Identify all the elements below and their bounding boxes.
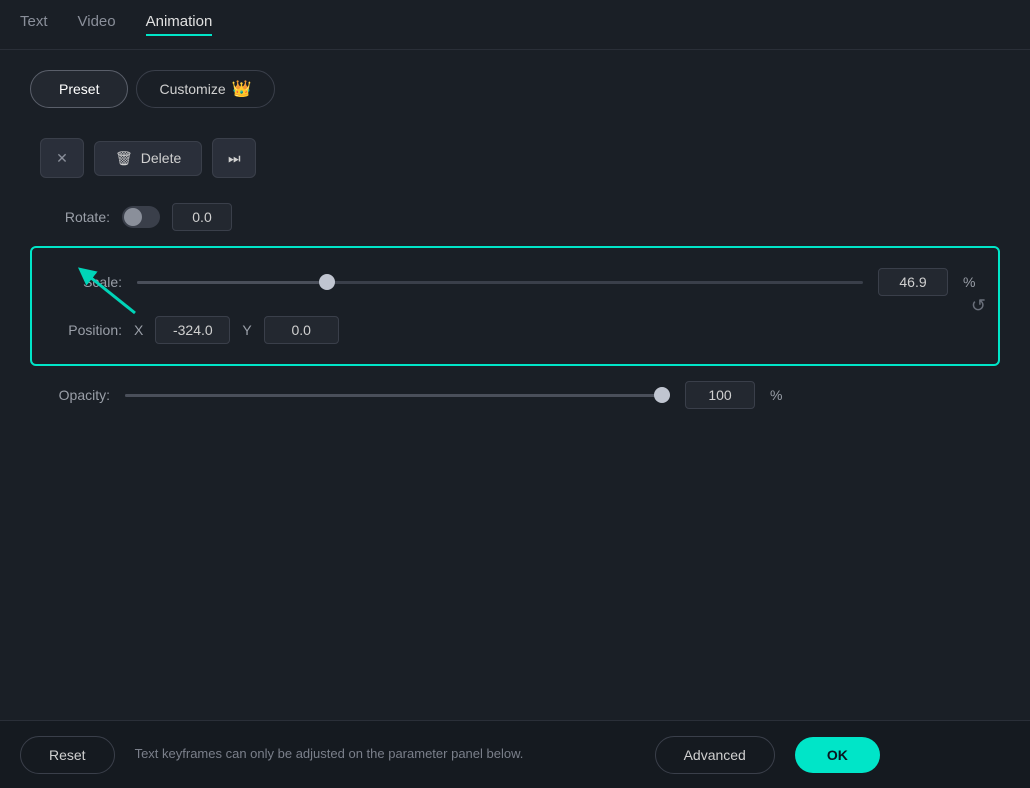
button-row: ✕ 🗑 Delete ⏭ xyxy=(40,138,1000,178)
rotate-toggle[interactable] xyxy=(122,206,160,228)
scale-thumb[interactable] xyxy=(319,274,335,290)
tab-animation[interactable]: Animation xyxy=(146,13,213,36)
tab-video[interactable]: Video xyxy=(78,13,116,36)
main-content: Preset Customize 👑 ✕ 🗑 Delete xyxy=(0,50,1030,429)
controls-section: ✕ 🗑 Delete ⏭ Rotate: 0.0 Scale: xyxy=(30,138,1000,409)
skip-icon: ⏭ xyxy=(228,150,241,167)
scale-fill xyxy=(137,281,319,284)
opacity-unit: % xyxy=(770,387,785,403)
trash-icon: 🗑 xyxy=(115,150,133,167)
advanced-button[interactable]: Advanced xyxy=(655,736,775,774)
opacity-fill xyxy=(125,394,670,397)
ok-button[interactable]: OK xyxy=(795,737,880,773)
rotate-row: Rotate: 0.0 xyxy=(40,203,1000,231)
bottom-bar: Reset Text keyframes can only be adjuste… xyxy=(0,720,1030,788)
skip-button[interactable]: ⏭ xyxy=(212,138,256,178)
tab-text[interactable]: Text xyxy=(20,13,48,36)
y-coord-label: Y xyxy=(242,322,251,338)
crown-icon: 👑 xyxy=(232,79,252,99)
opacity-row: Opacity: 100 % xyxy=(40,381,1000,409)
top-tabs-bar: Text Video Animation xyxy=(0,0,1030,50)
x-icon: ✕ xyxy=(56,150,68,167)
x-position-input[interactable]: -324.0 xyxy=(155,316,230,344)
opacity-slider-container[interactable] xyxy=(125,385,670,405)
preset-toggle-btn[interactable]: Preset xyxy=(30,70,128,108)
scale-track xyxy=(137,281,863,284)
scale-slider-container[interactable] xyxy=(137,272,863,292)
scale-label: Scale: xyxy=(52,274,122,290)
opacity-label: Opacity: xyxy=(40,387,110,403)
rotate-label: Rotate: xyxy=(40,209,110,225)
y-position-input[interactable]: 0.0 xyxy=(264,316,339,344)
highlighted-controls-box: Scale: 46.9 % Position: X -324.0 Y 0.0 xyxy=(30,246,1000,366)
opacity-track xyxy=(125,394,670,397)
opacity-thumb[interactable] xyxy=(654,387,670,403)
customize-label: Customize xyxy=(159,81,225,97)
left-icon-btn[interactable]: ✕ xyxy=(40,138,84,178)
position-label: Position: xyxy=(52,322,122,338)
delete-button[interactable]: 🗑 Delete xyxy=(94,141,202,176)
scale-row: Scale: 46.9 % xyxy=(52,268,978,296)
toggle-bar: Preset Customize 👑 xyxy=(30,70,1000,108)
opacity-value[interactable]: 100 xyxy=(685,381,755,409)
delete-label: Delete xyxy=(141,150,181,166)
scale-unit: % xyxy=(963,274,978,290)
customize-toggle-btn[interactable]: Customize 👑 xyxy=(136,70,274,108)
position-reset-icon[interactable]: ↺ xyxy=(971,296,986,317)
x-coord-label: X xyxy=(134,322,143,338)
position-row: Position: X -324.0 Y 0.0 xyxy=(52,316,978,344)
info-text: Text keyframes can only be adjusted on t… xyxy=(135,745,635,763)
toggle-knob xyxy=(124,208,142,226)
rotate-value[interactable]: 0.0 xyxy=(172,203,232,231)
scale-value[interactable]: 46.9 xyxy=(878,268,948,296)
reset-button[interactable]: Reset xyxy=(20,736,115,774)
